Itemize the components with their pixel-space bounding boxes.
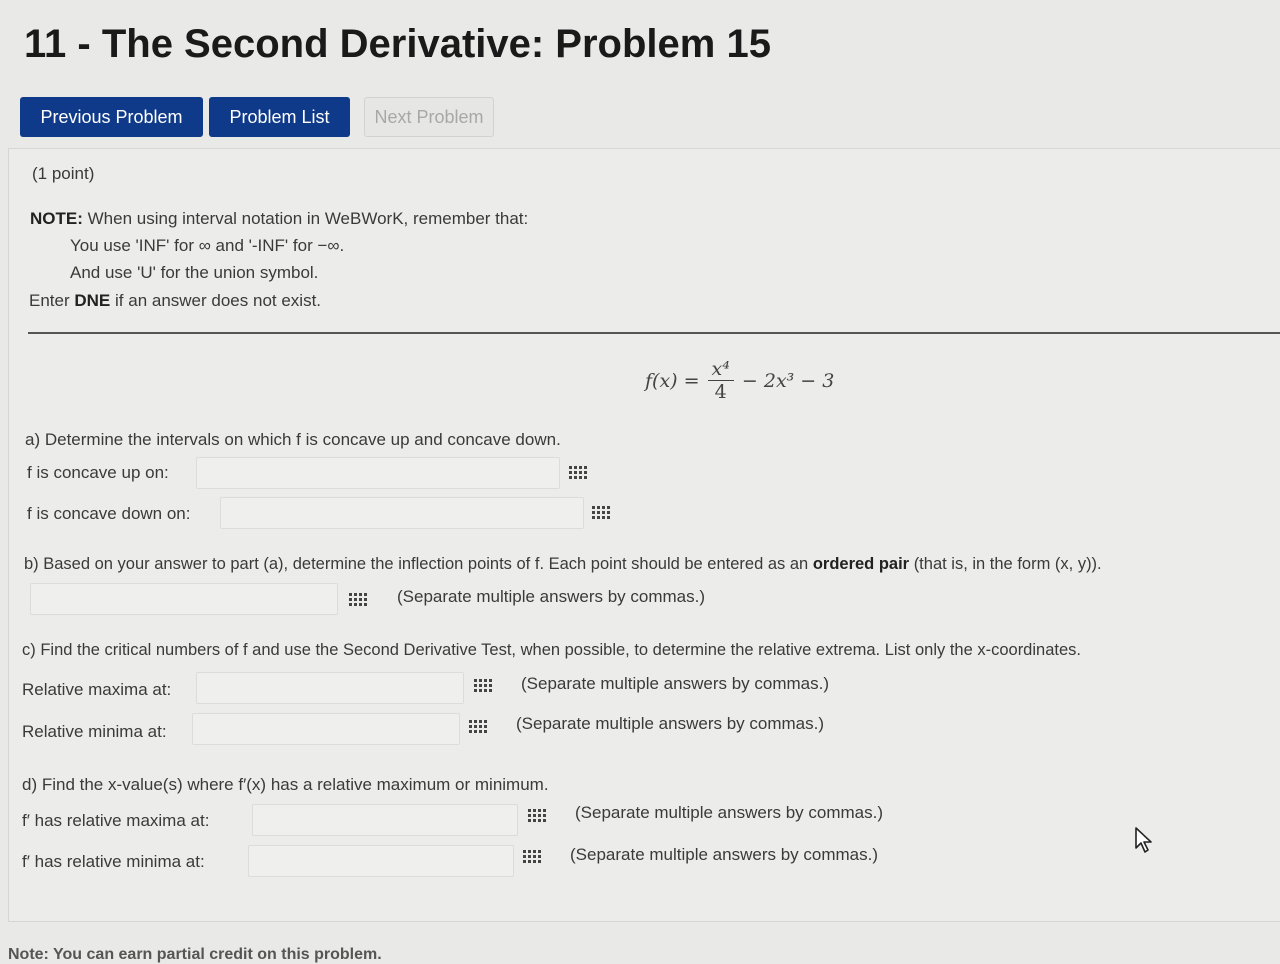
concave-up-input[interactable] [196, 457, 560, 489]
page-title: 11 - The Second Derivative: Problem 15 [24, 22, 771, 66]
note-inf-line: You use 'INF' for ∞ and '-INF' for −∞. [70, 236, 345, 255]
part-a-prompt: a) Determine the intervals on which f is… [25, 430, 561, 449]
note-label: NOTE: [30, 209, 83, 228]
divider [28, 332, 1280, 334]
part-b-prompt-end: (that is, in the form (x, y)). [913, 555, 1102, 573]
part-d-prompt: d) Find the x-value(s) where f′(x) has a… [22, 775, 549, 794]
concave-down-label: f is concave down on: [27, 504, 191, 523]
dne-prefix: Enter [29, 291, 70, 310]
partial-credit-note: Note: You can earn partial credit on thi… [8, 946, 382, 963]
formula-rest: − 2x³ − 3 [741, 369, 835, 392]
grid-icon[interactable] [592, 505, 610, 519]
dne-line: Enter DNE if an answer does not exist. [29, 291, 321, 311]
relative-maxima-label: Relative maxima at: [22, 680, 172, 699]
formula-lhs: f(x) = [645, 369, 700, 392]
fprime-minima-label: f′ has relative minima at: [22, 852, 205, 871]
relative-minima-input[interactable] [192, 713, 460, 745]
fprime-maxima-label: f′ has relative maxima at: [22, 811, 210, 830]
mouse-pointer-icon [1135, 827, 1152, 853]
formula-fraction: x⁴ 4 [707, 358, 734, 403]
relative-maxima-input[interactable] [196, 672, 464, 704]
note-union-line: And use 'U' for the union symbol. [70, 263, 319, 282]
grid-icon[interactable] [474, 678, 492, 692]
ordered-pair-term: ordered pair [812, 555, 910, 573]
part-c-prompt: c) Find the critical numbers of f and us… [22, 641, 1081, 659]
note-line: NOTE: When using interval notation in We… [30, 209, 528, 229]
part-d-min-hint: (Separate multiple answers by commas.) [570, 845, 879, 864]
inflection-points-input[interactable] [30, 583, 338, 615]
grid-icon[interactable] [523, 849, 541, 863]
part-b-hint: (Separate multiple answers by commas.) [397, 587, 706, 606]
formula-numerator: x⁴ [707, 358, 734, 381]
note-text: When using interval notation in WeBWorK,… [87, 209, 529, 228]
part-b-prompt: b) Based on your answer to part (a), det… [24, 555, 1102, 574]
fprime-minima-input[interactable] [248, 845, 514, 877]
grid-icon[interactable] [469, 719, 487, 733]
dne-word: DNE [74, 291, 111, 310]
concave-up-label: f is concave up on: [27, 463, 169, 482]
formula-denominator: 4 [714, 381, 727, 403]
next-problem-button[interactable]: Next Problem [364, 97, 494, 137]
function-formula: f(x) = x⁴ 4 − 2x³ − 3 [645, 358, 834, 403]
problem-list-button[interactable]: Problem List [209, 97, 350, 137]
concave-down-input[interactable] [220, 497, 584, 529]
part-c-max-hint: (Separate multiple answers by commas.) [521, 674, 830, 693]
point-value: (1 point) [32, 164, 95, 183]
part-d-max-hint: (Separate multiple answers by commas.) [575, 803, 884, 822]
fprime-maxima-input[interactable] [252, 804, 518, 836]
part-b-prompt-start: b) Based on your answer to part (a), det… [24, 555, 809, 573]
grid-icon[interactable] [569, 465, 587, 479]
relative-minima-label: Relative minima at: [22, 722, 167, 741]
previous-problem-button[interactable]: Previous Problem [20, 97, 203, 137]
dne-suffix: if an answer does not exist. [115, 291, 322, 310]
grid-icon[interactable] [528, 808, 546, 822]
grid-icon[interactable] [349, 592, 367, 606]
part-c-min-hint: (Separate multiple answers by commas.) [516, 714, 825, 733]
